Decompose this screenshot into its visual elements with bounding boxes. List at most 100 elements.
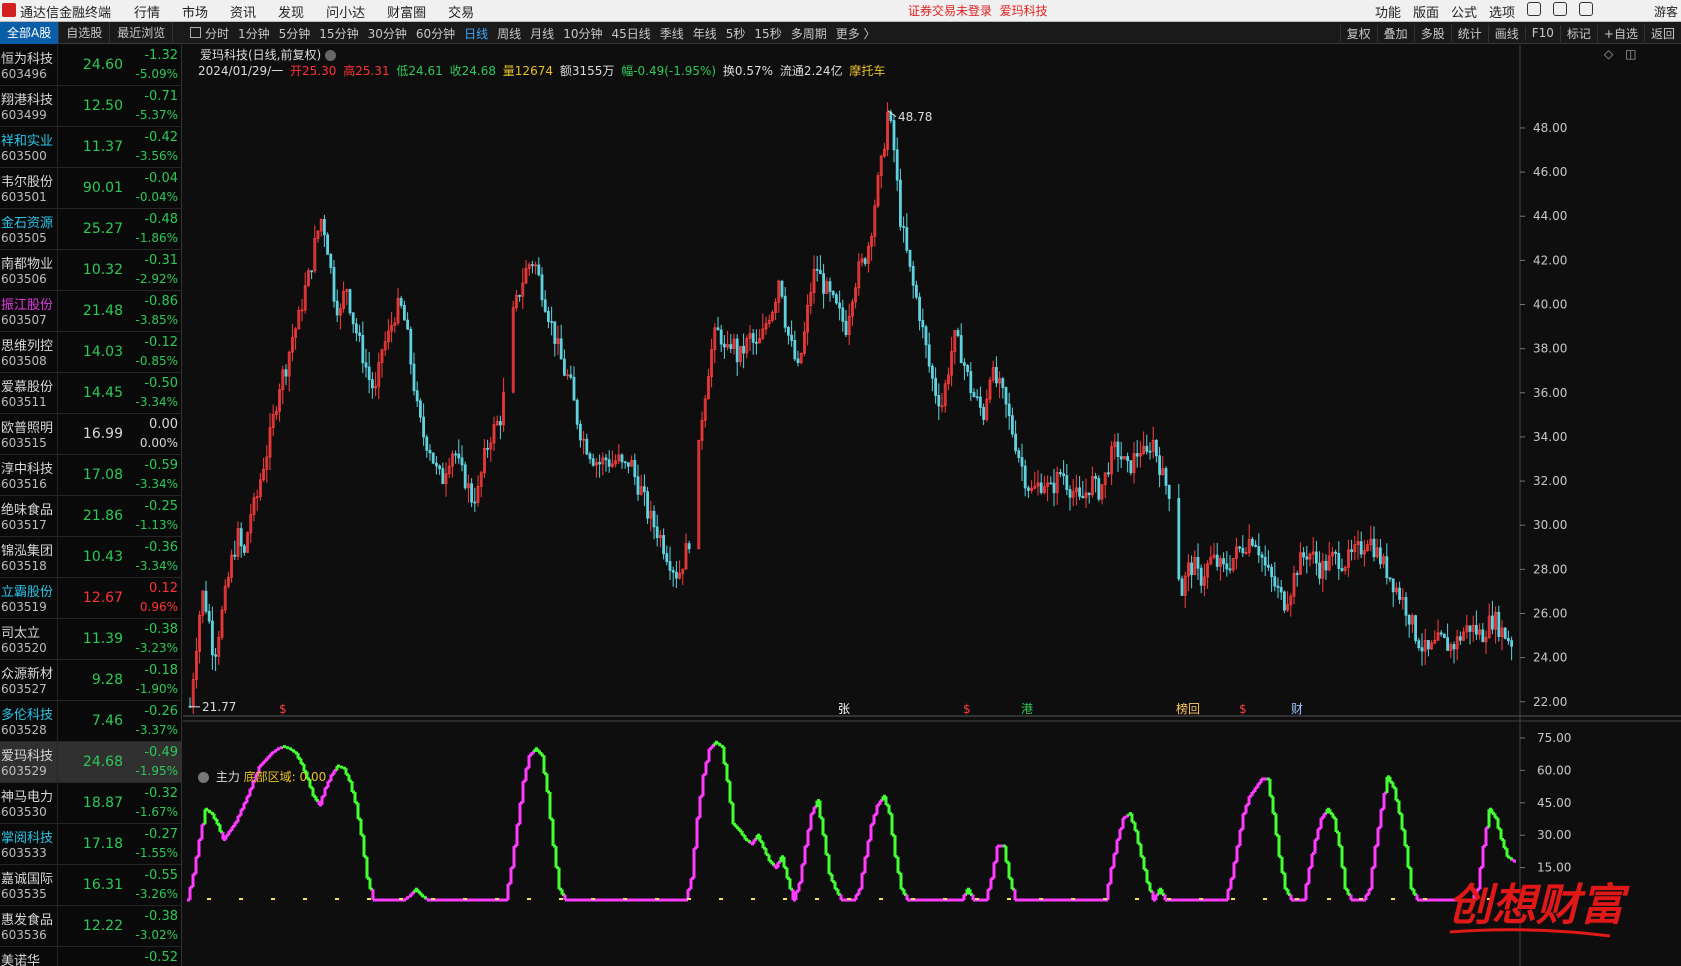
- stock-row[interactable]: 掌阅科技 603533 17.18 -0.27 -1.55%: [0, 824, 181, 865]
- period-2[interactable]: 5分钟: [279, 25, 311, 42]
- right-menu-item-2[interactable]: 公式: [1451, 2, 1477, 21]
- menu-item-6[interactable]: 交易: [448, 2, 474, 21]
- indicator-name[interactable]: 主力: [216, 770, 240, 784]
- stock-row[interactable]: 神马电力 603530 18.87 -0.32 -1.67%: [0, 783, 181, 824]
- period-16[interactable]: 更多 〉: [836, 25, 876, 42]
- chart-tool-0[interactable]: 复权: [1339, 24, 1377, 42]
- chart-tool-3[interactable]: 统计: [1450, 24, 1488, 42]
- stock-price: 7.46: [91, 713, 123, 729]
- candle-body: [335, 300, 339, 316]
- candle-body: [790, 334, 793, 341]
- stock-change: -0.27: [144, 827, 178, 842]
- refresh-icon[interactable]: [1527, 2, 1542, 16]
- stock-row[interactable]: 锦泓集团 603518 10.43 -0.36 -3.34%: [0, 537, 181, 578]
- stock-row[interactable]: 立霸股份 603519 12.67 0.12 0.96%: [0, 578, 181, 619]
- stock-row[interactable]: 金石资源 603505 25.27 -0.48 -1.86%: [0, 209, 181, 250]
- chart-tool-5[interactable]: F10: [1524, 26, 1560, 40]
- candle-body: [575, 399, 579, 425]
- period-14[interactable]: 15秒: [754, 25, 781, 42]
- stock-row[interactable]: 司太立 603520 11.39 -0.38 -3.23%: [0, 619, 181, 660]
- layout-toggle-icon[interactable]: [190, 27, 201, 38]
- stock-row[interactable]: 韦尔股份 603501 90.01 -0.04 -0.04%: [0, 168, 181, 209]
- candle-body: [892, 120, 896, 151]
- chart-tool-4[interactable]: 画线: [1487, 24, 1525, 42]
- stock-row[interactable]: 惠发食品 603536 12.22 -0.38 -3.02%: [0, 906, 181, 947]
- period-6[interactable]: 日线: [464, 25, 488, 42]
- list-tab-0[interactable]: 全部A股: [0, 22, 60, 44]
- login-notice[interactable]: 证券交易未登录 爱玛科技: [908, 2, 1048, 19]
- menu-item-3[interactable]: 发现: [278, 2, 304, 21]
- mail-icon[interactable]: [1579, 2, 1594, 16]
- stock-change: -0.52: [144, 950, 178, 965]
- right-menu-item-3[interactable]: 选项: [1489, 2, 1515, 21]
- stock-row[interactable]: 淳中科技 603516 17.08 -0.59 -3.34%: [0, 455, 181, 496]
- guest-user[interactable]: 游客: [1654, 3, 1678, 20]
- right-menu-item-1[interactable]: 版面: [1413, 2, 1439, 21]
- window-icon[interactable]: ◫: [1625, 47, 1636, 61]
- stock-row[interactable]: 翔港科技 603499 12.50 -0.71 -5.37%: [0, 86, 181, 127]
- price-tick-label: 38.00: [1533, 342, 1567, 356]
- stock-row[interactable]: 美诺华 -0.52: [0, 947, 181, 966]
- menu-item-5[interactable]: 财富圈: [387, 2, 426, 21]
- chart-tool-6[interactable]: 标记: [1559, 24, 1597, 42]
- list-tab-2[interactable]: 最近浏览: [110, 22, 174, 44]
- chart-tool-2[interactable]: 多股: [1413, 24, 1451, 42]
- stock-row[interactable]: 欧普照明 603515 16.99 0.00 0.00%: [0, 414, 181, 455]
- candle-body: [959, 335, 963, 364]
- stock-row[interactable]: 恒为科技 603496 24.60 -1.32 -5.09%: [0, 45, 181, 86]
- stock-row[interactable]: 爱玛科技 603529 24.68 -0.49 -1.95%: [0, 742, 181, 783]
- menu-item-1[interactable]: 市场: [182, 2, 208, 21]
- stock-row[interactable]: 振江股份 603507 21.48 -0.86 -3.85%: [0, 291, 181, 332]
- period-11[interactable]: 季线: [660, 25, 684, 42]
- list-tab-1[interactable]: 自选股: [59, 22, 111, 44]
- period-4[interactable]: 30分钟: [368, 25, 407, 42]
- period-15[interactable]: 多周期: [791, 25, 827, 42]
- menu-item-2[interactable]: 资讯: [230, 2, 256, 21]
- stock-row[interactable]: 多伦科技 603528 7.46 -0.26 -3.37%: [0, 701, 181, 742]
- indicator-toggle-icon[interactable]: [198, 772, 209, 783]
- stock-row[interactable]: 爱慕股份 603511 14.45 -0.50 -3.34%: [0, 373, 181, 414]
- period-8[interactable]: 月线: [530, 25, 554, 42]
- diamond-icon[interactable]: ◇: [1604, 47, 1613, 61]
- period-3[interactable]: 15分钟: [319, 25, 358, 42]
- stock-row[interactable]: 南都物业 603506 10.32 -0.31 -2.92%: [0, 250, 181, 291]
- stock-row[interactable]: 众源新材 603527 9.28 -0.18 -1.90%: [0, 660, 181, 701]
- candle-body: [457, 453, 461, 459]
- event-marker: 榜回: [1176, 701, 1200, 716]
- stock-row[interactable]: 绝味食品 603517 21.86 -0.25 -1.13%: [0, 496, 181, 537]
- stock-row[interactable]: 祥和实业 603500 11.37 -0.42 -3.56%: [0, 127, 181, 168]
- menu-item-4[interactable]: 问小达: [326, 2, 365, 21]
- stock-row[interactable]: 思维列控 603508 14.03 -0.12 -0.85%: [0, 332, 181, 373]
- kline-chart[interactable]: 48.00 46.00 44.00 42.00 40.00 38.00 36.00 34.00…: [183, 45, 1681, 966]
- period-13[interactable]: 5秒: [726, 25, 746, 42]
- stock-pct: -5.09%: [135, 67, 178, 81]
- stock-row[interactable]: 嘉诚国际 603535 16.31 -0.55 -3.26%: [0, 865, 181, 906]
- candle-body: [486, 447, 490, 450]
- stock-pct: -1.86%: [135, 231, 178, 245]
- baseline-dot: [1071, 898, 1075, 900]
- phone-icon[interactable]: [1553, 2, 1568, 16]
- menu-item-0[interactable]: 行情: [134, 2, 160, 21]
- price-tick-label: 26.00: [1533, 606, 1567, 620]
- baseline-dot: [879, 898, 883, 900]
- indicator-tick-label: 75.00: [1537, 731, 1571, 745]
- dropdown-icon[interactable]: [325, 50, 337, 61]
- period-1[interactable]: 1分钟: [238, 25, 270, 42]
- chart-tool-1[interactable]: 叠加: [1376, 24, 1414, 42]
- candle-body: [441, 468, 445, 485]
- chart-tool-7[interactable]: +自选: [1596, 24, 1644, 42]
- period-12[interactable]: 年线: [693, 25, 717, 42]
- period-5[interactable]: 60分钟: [416, 25, 455, 42]
- chart-tool-8[interactable]: 返回: [1643, 24, 1681, 42]
- candle-body: [819, 269, 822, 275]
- period-7[interactable]: 周线: [497, 25, 521, 42]
- baseline-dot: [1103, 898, 1107, 900]
- info-sector[interactable]: 摩托车: [849, 64, 885, 78]
- baseline-dot: [207, 898, 211, 900]
- period-9[interactable]: 10分钟: [563, 25, 602, 42]
- candle-body: [793, 340, 797, 360]
- period-10[interactable]: 45日线: [611, 25, 650, 42]
- period-0[interactable]: 分时: [205, 25, 229, 42]
- candle-body: [751, 333, 755, 343]
- right-menu-item-0[interactable]: 功能: [1375, 2, 1401, 21]
